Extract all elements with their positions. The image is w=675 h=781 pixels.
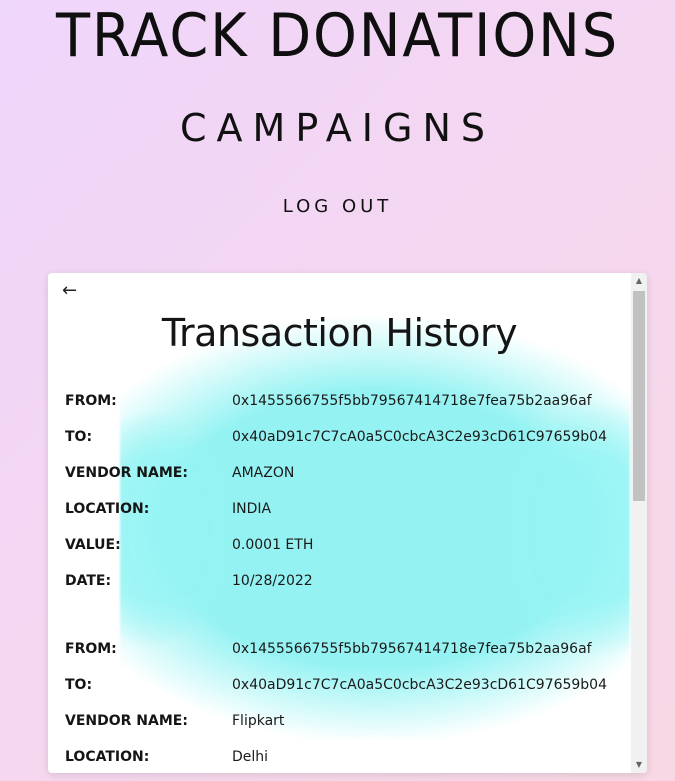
transaction-2-vendor-value: Flipkart <box>232 713 285 729</box>
transaction-1-date-label: DATE: <box>65 573 112 589</box>
transaction-1-location-value: INDIA <box>232 501 272 517</box>
transaction-2-to-value: 0x40aD91c7C7cA0a5C0cbcA3C2e93cD61C97659b… <box>232 677 607 693</box>
transaction-2-from-label: FROM: <box>65 641 117 657</box>
transaction-1-value-value: 0.0001 ETH <box>232 537 314 553</box>
scroll-down-icon[interactable]: ▼ <box>631 757 647 773</box>
transaction-1-date-value: 10/28/2022 <box>232 573 313 589</box>
scroll-up-icon[interactable]: ▲ <box>631 273 647 289</box>
transaction-history-title: Transaction History <box>161 311 518 355</box>
transaction-2-location-label: LOCATION: <box>65 749 150 765</box>
transaction-history-card: ← Transaction History FROM: 0x1455566755… <box>48 273 647 773</box>
transaction-1-to-label: TO: <box>65 429 93 445</box>
transaction-2-from-value: 0x1455566755f5bb79567414718e7fea75b2aa96… <box>232 641 592 657</box>
transaction-1-to-value: 0x40aD91c7C7cA0a5C0cbcA3C2e93cD61C97659b… <box>232 429 607 445</box>
campaigns-link[interactable]: CAMPAIGNS <box>0 104 675 152</box>
transaction-1-from-value: 0x1455566755f5bb79567414718e7fea75b2aa96… <box>232 393 592 409</box>
vertical-scrollbar[interactable]: ▲ ▼ <box>631 273 647 773</box>
transaction-2-vendor-label: VENDOR NAME: <box>65 713 188 729</box>
transaction-2-location-value: Delhi <box>232 749 269 765</box>
logout-link[interactable]: LOG OUT <box>0 195 675 219</box>
scrollbar-thumb[interactable] <box>633 291 645 501</box>
transaction-1-location-label: LOCATION: <box>65 501 150 517</box>
page-title: TRACK DONATIONS <box>55 1 620 71</box>
transaction-1-from-label: FROM: <box>65 393 117 409</box>
back-arrow-icon[interactable]: ← <box>62 279 77 303</box>
transaction-1-value-label: VALUE: <box>65 537 121 553</box>
transaction-1-vendor-value: AMAZON <box>232 465 295 481</box>
transaction-2-to-label: TO: <box>65 677 93 693</box>
transaction-1-vendor-label: VENDOR NAME: <box>65 465 188 481</box>
